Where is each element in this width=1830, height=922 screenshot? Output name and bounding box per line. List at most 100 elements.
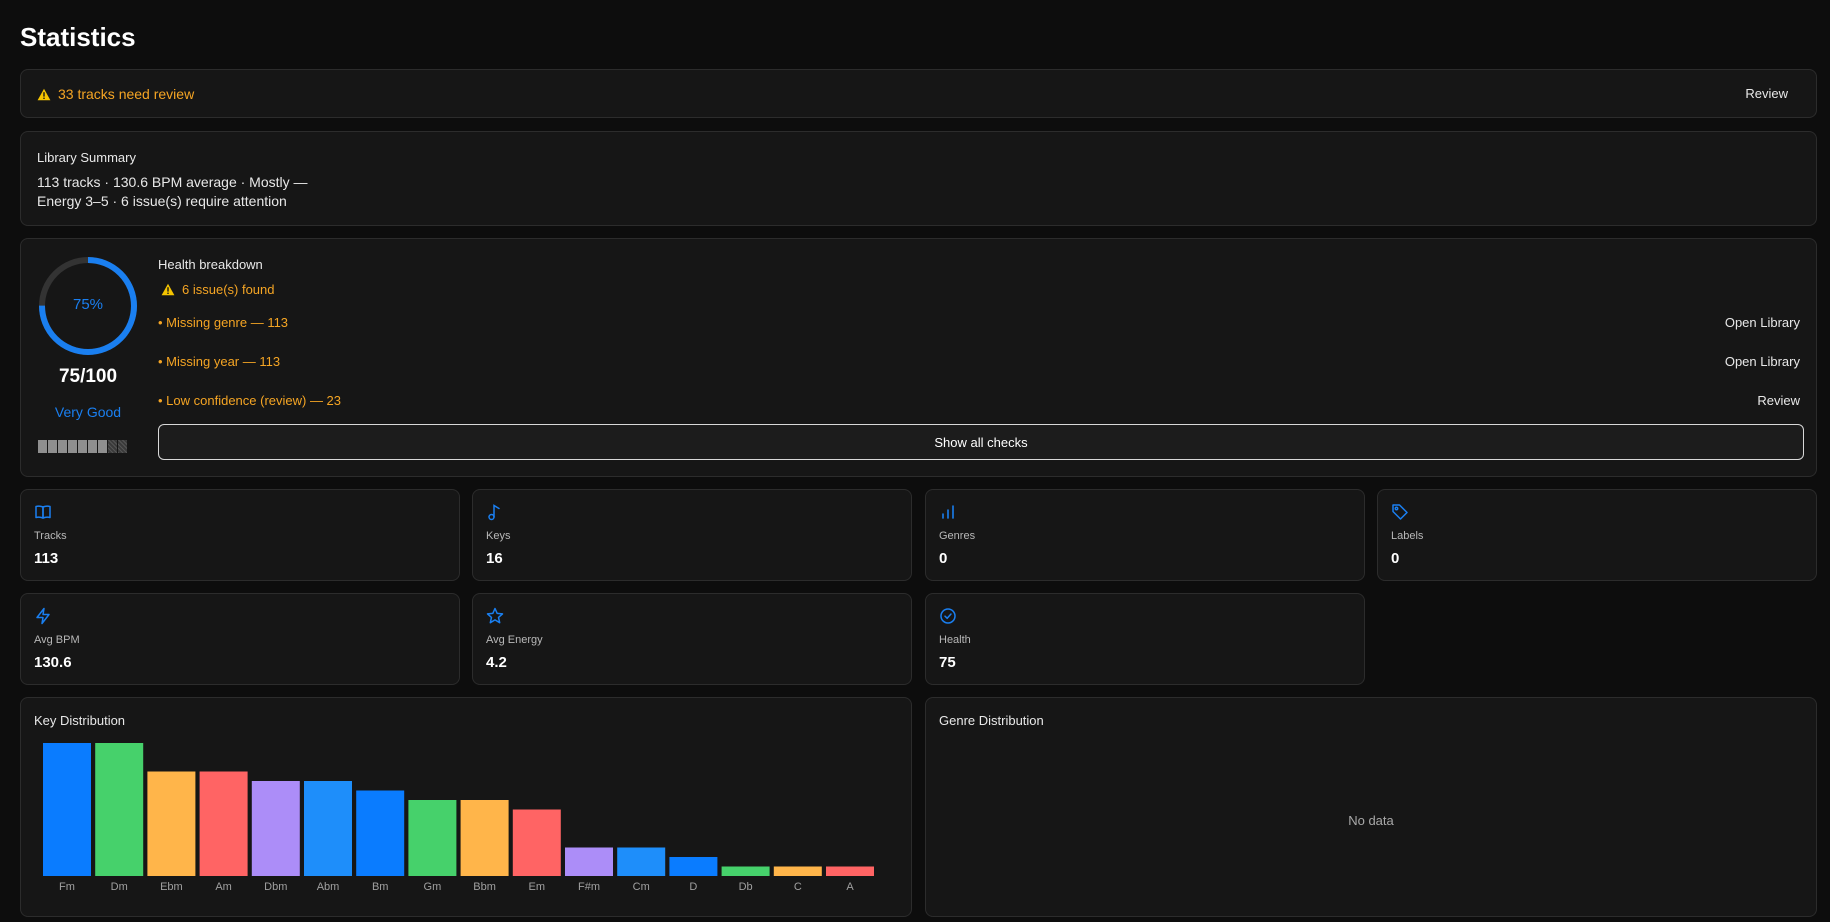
- tick-label: D: [689, 881, 697, 893]
- health-score: 75/100: [58, 366, 118, 387]
- stat-label: Health: [939, 634, 971, 646]
- health-gauge-percent: 75%: [72, 296, 104, 313]
- stat-label: Tracks: [34, 530, 67, 542]
- open-library-button[interactable]: Open Library: [1725, 315, 1800, 330]
- tick-label: A: [846, 881, 854, 893]
- bar-Dm: [95, 743, 144, 876]
- issues-found: 6 issue(s) found: [161, 282, 275, 297]
- stat-label: Avg Energy: [486, 634, 543, 646]
- tick-label: Dm: [111, 881, 128, 893]
- bar-D: [669, 857, 718, 876]
- tick-label: Db: [739, 881, 753, 893]
- stat-label: Genres: [939, 530, 976, 542]
- segment-filled: [98, 440, 107, 453]
- stat-value: 113: [34, 550, 59, 567]
- library-summary-line-1: 113 tracks · 130.6 BPM average · Mostly …: [37, 174, 308, 190]
- stat-card-avg-energy: Avg Energy 4.2: [472, 593, 912, 685]
- review-banner: 33 tracks need review Review: [20, 69, 1817, 118]
- stat-card-labels: Labels 0: [1377, 489, 1817, 581]
- stat-card-keys: Keys 16: [472, 489, 912, 581]
- tick-label: Fm: [59, 881, 75, 893]
- segment-filled: [58, 440, 67, 453]
- tick-label: Dbm: [264, 881, 287, 893]
- bar-Dbm: [251, 781, 300, 876]
- bar-Gm: [408, 800, 457, 876]
- tick-label: Gm: [424, 881, 442, 893]
- stat-value: 75: [939, 654, 956, 671]
- segment-empty: [108, 440, 117, 453]
- genre-distribution-card: Genre Distribution No data: [925, 697, 1817, 917]
- segment-filled: [38, 440, 47, 453]
- library-summary-label: Library Summary: [37, 150, 136, 165]
- key-distribution-chart: Fm Dm Ebm Am Dbm Abm Bm Gm Bbm Em F#m Cm D Db C A: [43, 743, 874, 893]
- stat-value: 130.6: [34, 654, 72, 671]
- stat-value: 4.2: [486, 654, 507, 671]
- issue-missing-genre: • Missing genre — 113: [158, 315, 289, 330]
- review-message: 33 tracks need review: [58, 86, 195, 102]
- tick-label: Cm: [633, 881, 650, 893]
- review-issue-button[interactable]: Review: [1757, 393, 1800, 408]
- stat-value: 16: [486, 550, 503, 567]
- bar-Db: [721, 866, 770, 876]
- stat-card-tracks: Tracks 113: [20, 489, 460, 581]
- stat-label: Labels: [1391, 530, 1424, 542]
- health-grade: Very Good: [54, 404, 122, 420]
- health-card: 75% 75/100 Very Good Health breakdown 6 …: [20, 238, 1817, 477]
- segment-filled: [78, 440, 87, 453]
- book-icon: [35, 505, 51, 519]
- bar-Fm: [43, 743, 91, 876]
- stat-label: Keys: [486, 530, 511, 542]
- bar-Cm: [617, 847, 666, 876]
- music-note-icon: [488, 504, 500, 521]
- issue-missing-year: • Missing year — 113: [158, 354, 281, 369]
- tick-label: C: [794, 881, 802, 893]
- warning-icon: [37, 88, 51, 100]
- stat-card-avg-bpm: Avg BPM 130.6: [20, 593, 460, 685]
- bar-Em: [512, 809, 561, 876]
- tick-label: Ebm: [160, 881, 183, 893]
- show-all-checks-button[interactable]: Show all checks: [158, 424, 1804, 460]
- bar-Abm: [304, 781, 352, 876]
- key-distribution-card: Key Distribution Fm Dm Ebm Am Dbm Abm Bm Gm Bbm E…: [20, 697, 912, 917]
- bar-C: [773, 866, 822, 876]
- warning-icon: [161, 283, 175, 296]
- bar-chart-icon: [942, 505, 954, 519]
- stat-value: 0: [939, 550, 948, 567]
- lightning-icon: [36, 607, 50, 625]
- issues-found-text: 6 issue(s) found: [182, 282, 275, 297]
- stat-card-health: Health 75: [925, 593, 1365, 685]
- check-circle-icon: [940, 608, 956, 624]
- review-button[interactable]: Review: [1745, 86, 1788, 101]
- stat-card-genres: Genres 0: [925, 489, 1365, 581]
- bar-F#m: [565, 847, 613, 876]
- health-breakdown-title: Health breakdown: [158, 257, 263, 272]
- stat-value: 0: [1391, 550, 1400, 567]
- bar-Bbm: [460, 800, 509, 876]
- segment-filled: [68, 440, 77, 453]
- segment-filled: [88, 440, 97, 453]
- tick-label: F#m: [578, 881, 600, 893]
- segment-empty: [118, 440, 127, 453]
- issue-low-confidence: • Low confidence (review) — 23: [158, 393, 342, 408]
- genre-empty-state: No data: [1348, 813, 1394, 828]
- bar-A: [826, 866, 874, 876]
- library-summary-line-2: Energy 3–5 · 6 issue(s) require attentio…: [37, 193, 287, 209]
- genre-distribution-title: Genre Distribution: [939, 713, 1044, 728]
- bar-Bm: [356, 790, 405, 876]
- tick-label: Em: [529, 881, 546, 893]
- health-segment-bar: [38, 440, 127, 453]
- segment-filled: [48, 440, 57, 453]
- bar-Am: [199, 771, 248, 876]
- tick-label: Abm: [317, 881, 340, 893]
- review-warning: 33 tracks need review: [37, 86, 194, 102]
- tick-label: Bbm: [473, 881, 496, 893]
- tag-icon: [1392, 504, 1408, 520]
- star-icon: [486, 607, 504, 624]
- bar-Ebm: [147, 771, 196, 876]
- open-library-button[interactable]: Open Library: [1725, 354, 1800, 369]
- tick-label: Am: [215, 881, 232, 893]
- tick-label: Bm: [372, 881, 389, 893]
- library-summary-card: Library Summary 113 tracks · 130.6 BPM a…: [20, 131, 1817, 226]
- page-title: Statistics: [20, 22, 136, 52]
- stat-label: Avg BPM: [34, 634, 80, 646]
